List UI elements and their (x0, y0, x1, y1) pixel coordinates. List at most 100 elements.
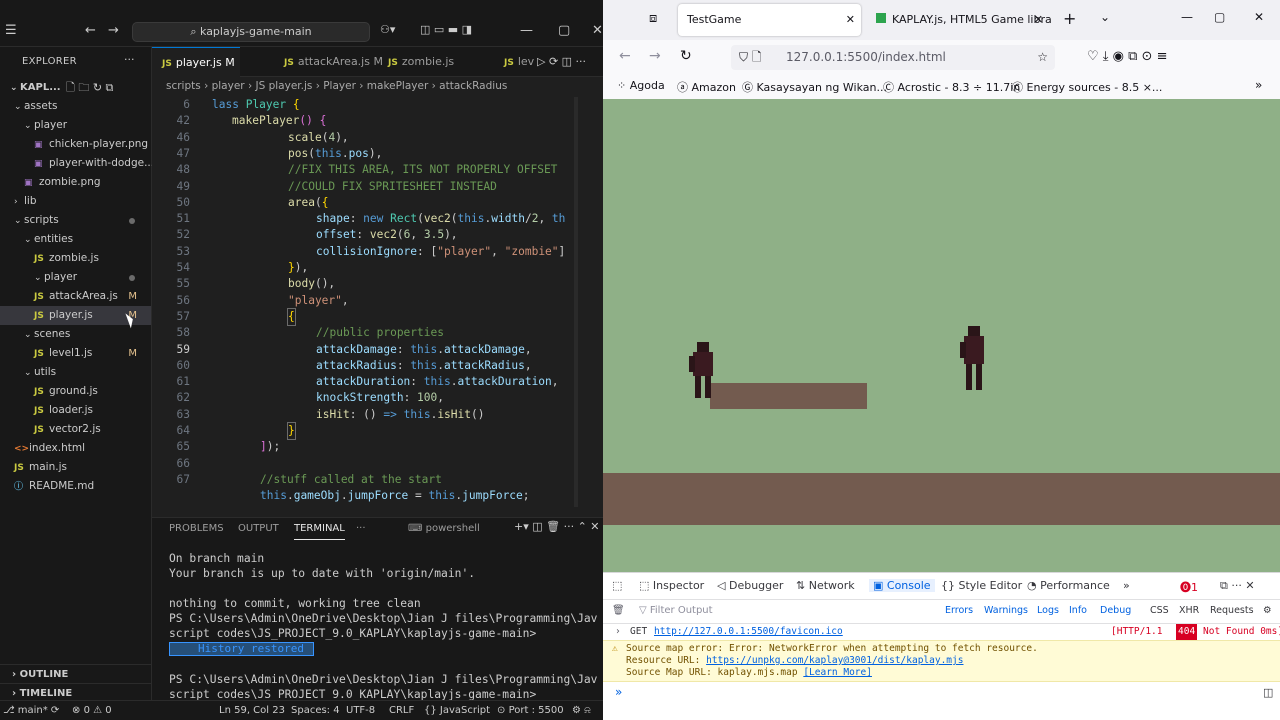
filter-info[interactable]: Info (1069, 605, 1087, 616)
tab-problems[interactable]: PROBLEMS (169, 520, 224, 540)
tree-item[interactable]: ⌄ utils (0, 363, 151, 382)
tab-inspector[interactable]: ⬚ Inspector (639, 579, 704, 592)
menu-icon[interactable]: ☰ (5, 23, 17, 38)
minimize-icon[interactable]: — (520, 23, 533, 38)
tree-item[interactable]: ⌄ assets (0, 97, 151, 116)
tree-item[interactable]: ▣ chicken-player.png (0, 135, 151, 154)
tree-item[interactable]: ▣ player-with-dodge... (0, 154, 154, 173)
filter-logs[interactable]: Logs (1037, 605, 1059, 616)
encoding-status[interactable]: UTF-8 (346, 701, 375, 720)
filter-xhr[interactable]: XHR (1179, 605, 1199, 616)
pick-element-icon[interactable]: ⬚ (612, 579, 622, 592)
learn-more-link[interactable]: [Learn More] (803, 667, 872, 678)
tab-testgame[interactable]: TestGame ✕ (678, 4, 861, 36)
tree-item[interactable]: ⌄ player (0, 116, 151, 135)
filter-warnings[interactable]: Warnings (984, 605, 1028, 616)
close-icon[interactable]: ✕ (592, 23, 603, 38)
devtools-menu-icon[interactable]: ⧉ ··· ✕ (1220, 579, 1255, 593)
maximize-icon[interactable]: ▢ (558, 23, 570, 38)
outline-section[interactable]: › OUTLINE (0, 664, 151, 683)
split-console-icon[interactable]: ◫ (1263, 686, 1273, 699)
filter-errors[interactable]: Errors (945, 605, 973, 616)
tab-attackarea-js[interactable]: JS attackArea.js M (274, 47, 384, 77)
maximize-icon[interactable]: ▢ (1214, 10, 1225, 24)
command-center[interactable]: ⌕ kaplayjs-game-main (132, 22, 370, 42)
tree-item[interactable]: ⌄ player (0, 268, 151, 287)
filter-input[interactable]: ▽ Filter Output (639, 605, 713, 616)
star-icon[interactable]: ☆ (1037, 45, 1048, 70)
port-status[interactable]: ⊙ Port : 5500 (497, 701, 564, 720)
indent-status[interactable]: Spaces: 4 (291, 701, 340, 720)
tab-zombie-js[interactable]: JS zombie.js (378, 47, 468, 77)
chevron-down-icon[interactable]: ⌄ (1100, 10, 1110, 24)
minimap-scroll[interactable] (574, 97, 578, 507)
console-input[interactable]: » (615, 685, 622, 699)
back-icon[interactable]: ← (85, 23, 96, 38)
bell-icon[interactable]: ⚙ ⍾ (572, 701, 591, 720)
trash-icon[interactable]: 🗑 (612, 605, 625, 616)
tree-item[interactable]: ⓘ README.md (0, 477, 151, 496)
chevron-right-icon[interactable]: » (1255, 78, 1262, 92)
tree-item[interactable]: ⌄ scenes (0, 325, 151, 344)
problems-status[interactable]: ⊗ 0 ⚠ 0 (72, 701, 112, 720)
terminal-shell[interactable]: ⌨ powershell (408, 520, 480, 540)
eol-status[interactable]: CRLF (389, 701, 414, 720)
tree-item[interactable]: ▣ zombie.png (0, 173, 151, 192)
reload-icon[interactable]: ↻ (680, 48, 692, 64)
layout-icon[interactable]: ◫ ▭ ▬ ◨ (420, 23, 472, 36)
close-tab-icon[interactable]: ✕ (1034, 4, 1043, 36)
minimize-icon[interactable]: — (1181, 10, 1193, 24)
tree-item[interactable]: JS ground.js (0, 382, 151, 401)
run-icon[interactable]: ▷ ⟳ ◫ ··· (537, 55, 586, 68)
new-tab-icon[interactable]: + (1063, 9, 1076, 28)
toolbar-icons[interactable]: ♡ ⤓ ◉ ⧉ ⊙ ≡ (1087, 49, 1167, 64)
branch-status[interactable]: ⎇ main* ⟳ (3, 701, 59, 720)
tree-item[interactable]: ⌄ entities (0, 230, 151, 249)
log-url[interactable]: http://127.0.0.1:5500/favicon.ico (654, 624, 843, 640)
close-icon[interactable]: ✕ (1254, 10, 1264, 24)
more-icon[interactable]: ··· (124, 53, 135, 66)
tab-more[interactable]: ··· (356, 520, 366, 540)
more-tabs-icon[interactable]: » (1123, 579, 1130, 592)
tab-console[interactable]: ▣ Console (869, 579, 935, 592)
code-view[interactable]: 6 42 46 47 48 49 50 51 52 53 54 55 56 57 58 59 60 61 62 63 6… (152, 97, 603, 511)
explorer-actions-icon[interactable]: 🗋 🗀 ↻ ⧉ (66, 78, 113, 97)
cursor-position[interactable]: Ln 59, Col 23 (219, 701, 285, 720)
tab-style-editor[interactable]: {} Style Editor (941, 579, 1022, 592)
tree-item[interactable]: JS level1.js M (0, 344, 151, 363)
tab-terminal[interactable]: TERMINAL (294, 520, 345, 540)
copilot-icon[interactable]: ⚇▾ (380, 23, 395, 36)
game-canvas[interactable] (603, 99, 1280, 572)
tab-output[interactable]: OUTPUT (238, 520, 279, 540)
filter-debug[interactable]: Debug (1100, 605, 1131, 616)
tab-debugger[interactable]: ◁ Debugger (717, 579, 783, 592)
url-bar[interactable]: ⛉ 🗋 127.0.0.1:5500/index.html ☆ (731, 45, 1055, 70)
log-get-row[interactable]: › GET http://127.0.0.1:5500/favicon.ico … (603, 623, 1280, 640)
tab-level1-js[interactable]: JS lev (494, 47, 534, 77)
project-root[interactable]: ⌄ KAPL... 🗋 🗀 ↻ ⧉ (0, 78, 151, 97)
tab-performance[interactable]: ◔ Performance (1027, 579, 1110, 592)
tree-item[interactable]: JS loader.js (0, 401, 151, 420)
tab-network[interactable]: ⇅ Network (796, 579, 855, 592)
tree-item[interactable]: JS main.js (0, 458, 151, 477)
close-tab-icon[interactable]: ✕ (846, 4, 855, 36)
bookmark-agoda[interactable]: ⁘ Agoda (617, 79, 665, 92)
back-icon[interactable]: ← (619, 48, 631, 64)
bookmark-energy[interactable]: Ⓒ Energy sources - 8.5 ×... (1012, 79, 1162, 95)
tree-item[interactable]: ⌄ scripts (0, 211, 151, 230)
bookmark-amazon[interactable]: ⓐ Amazon (677, 79, 736, 95)
forward-icon[interactable]: → (649, 48, 661, 64)
filter-css[interactable]: CSS (1150, 605, 1169, 616)
bookmark-acrostic[interactable]: Ⓒ Acrostic - 8.3 ÷ 11.7in (883, 79, 1020, 95)
language-status[interactable]: {} JavaScript (424, 701, 490, 720)
tab-kaplay[interactable]: KAPLAY.js, HTML5 Game libra ✕ (867, 4, 1052, 36)
panel-actions-icon[interactable]: +▾ ◫ 🗑 ··· ⌃ ✕ (514, 520, 600, 533)
forward-icon[interactable]: → (108, 23, 119, 38)
error-badge[interactable]: ⓿1 (1180, 579, 1198, 595)
bookmark-kasaysayan[interactable]: Ⓖ Kasaysayan ng Wikan... (742, 79, 887, 95)
tree-item[interactable]: JS zombie.js (0, 249, 151, 268)
filter-requests[interactable]: Requests (1210, 605, 1254, 616)
tree-item[interactable]: › lib (0, 192, 151, 211)
settings-icon[interactable]: ⚙ (1263, 605, 1272, 616)
tree-item[interactable]: JS vector2.js (0, 420, 151, 439)
